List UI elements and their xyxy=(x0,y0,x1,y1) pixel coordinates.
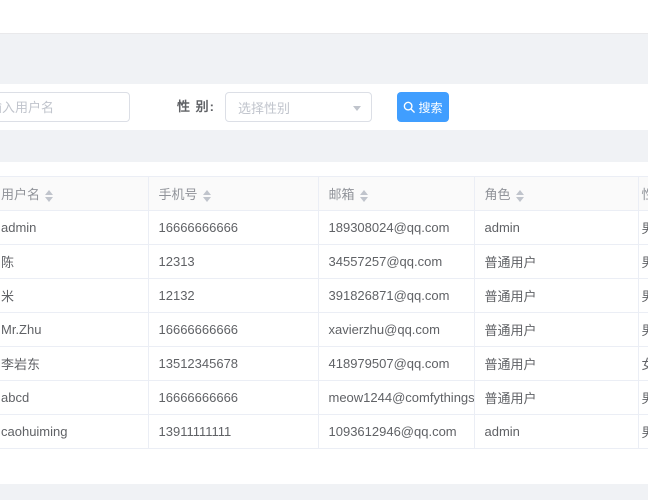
search-filter-bar: 性 别: 选择性别 搜索 xyxy=(0,84,648,130)
column-header-label: 用户名 xyxy=(1,187,40,202)
top-navbar xyxy=(0,0,648,34)
user-table-card: 用户名手机号邮箱角色性别 admin16666666666189308024@q… xyxy=(0,162,648,484)
cell-role: 普通用户 xyxy=(474,279,638,313)
cell-gender: 男 xyxy=(638,211,648,245)
column-header-label: 角色 xyxy=(485,187,511,202)
cell-role: 普通用户 xyxy=(474,347,638,381)
gender-select-placeholder: 选择性别 xyxy=(238,98,290,117)
cell-username: 李岩东 xyxy=(0,347,148,381)
sort-caret-icon[interactable] xyxy=(360,190,368,202)
gender-label: 性 别: xyxy=(177,84,215,130)
cell-email: 418979507@qq.com xyxy=(318,347,474,381)
cell-phone: 12132 xyxy=(148,279,318,313)
cell-username: admin xyxy=(0,211,148,245)
cell-gender: 男 xyxy=(638,381,648,415)
search-button-label: 搜索 xyxy=(418,99,442,116)
search-icon xyxy=(403,101,415,113)
column-header-label: 邮箱 xyxy=(329,187,355,202)
cell-gender: 男 xyxy=(638,279,648,313)
user-table: 用户名手机号邮箱角色性别 admin16666666666189308024@q… xyxy=(0,176,648,449)
sort-caret-icon[interactable] xyxy=(203,190,211,202)
search-button[interactable]: 搜索 xyxy=(397,92,449,122)
cell-username: caohuiming xyxy=(0,415,148,449)
table-row: 陈1231334557257@qq.com普通用户男 xyxy=(0,245,648,279)
column-header-email[interactable]: 邮箱 xyxy=(318,177,474,211)
table-row: caohuiming139111111111093612946@qq.comad… xyxy=(0,415,648,449)
column-header-gender[interactable]: 性别 xyxy=(638,177,648,211)
table-row: 米12132391826871@qq.com普通用户男 xyxy=(0,279,648,313)
cell-email: 189308024@qq.com xyxy=(318,211,474,245)
table-header-row: 用户名 手机号 邮箱 角色 性别 xyxy=(0,177,648,211)
column-header-username[interactable]: 用户名 xyxy=(0,177,148,211)
table-row: 李岩东13512345678418979507@qq.com普通用户女 xyxy=(0,347,648,381)
cell-role: admin xyxy=(474,211,638,245)
cell-username: 陈 xyxy=(0,245,148,279)
cell-gender: 男 xyxy=(638,245,648,279)
table-row: Mr.Zhu16666666666xavierzhu@qq.com普通用户男 xyxy=(0,313,648,347)
cell-phone: 16666666666 xyxy=(148,313,318,347)
cell-role: admin xyxy=(474,415,638,449)
cell-email: 391826871@qq.com xyxy=(318,279,474,313)
cell-username: 米 xyxy=(0,279,148,313)
cell-phone: 16666666666 xyxy=(148,381,318,415)
cell-gender: 女 xyxy=(638,347,648,381)
cell-role: 普通用户 xyxy=(474,381,638,415)
cell-phone: 13911111111 xyxy=(148,415,318,449)
sort-caret-icon[interactable] xyxy=(516,190,524,202)
cell-username: abcd xyxy=(0,381,148,415)
username-search-input[interactable] xyxy=(0,92,130,122)
cell-email: meow1244@comfythings.... xyxy=(318,381,474,415)
cell-phone: 13512345678 xyxy=(148,347,318,381)
cell-phone: 16666666666 xyxy=(148,211,318,245)
cell-username: Mr.Zhu xyxy=(0,313,148,347)
table-row: abcd16666666666meow1244@comfythings....普… xyxy=(0,381,648,415)
cell-email: xavierzhu@qq.com xyxy=(318,313,474,347)
column-header-label: 性别 xyxy=(642,187,648,202)
cell-phone: 12313 xyxy=(148,245,318,279)
cell-gender: 男 xyxy=(638,415,648,449)
sort-caret-icon[interactable] xyxy=(45,190,53,202)
cell-role: 普通用户 xyxy=(474,313,638,347)
table-row: admin16666666666189308024@qq.comadmin男 xyxy=(0,211,648,245)
cell-role: 普通用户 xyxy=(474,245,638,279)
column-header-phone[interactable]: 手机号 xyxy=(148,177,318,211)
cell-email: 1093612946@qq.com xyxy=(318,415,474,449)
gender-select[interactable]: 选择性别 xyxy=(225,92,372,122)
column-header-role[interactable]: 角色 xyxy=(474,177,638,211)
cell-gender: 男 xyxy=(638,313,648,347)
caret-down-icon xyxy=(353,106,361,111)
cell-email: 34557257@qq.com xyxy=(318,245,474,279)
column-header-label: 手机号 xyxy=(159,187,198,202)
